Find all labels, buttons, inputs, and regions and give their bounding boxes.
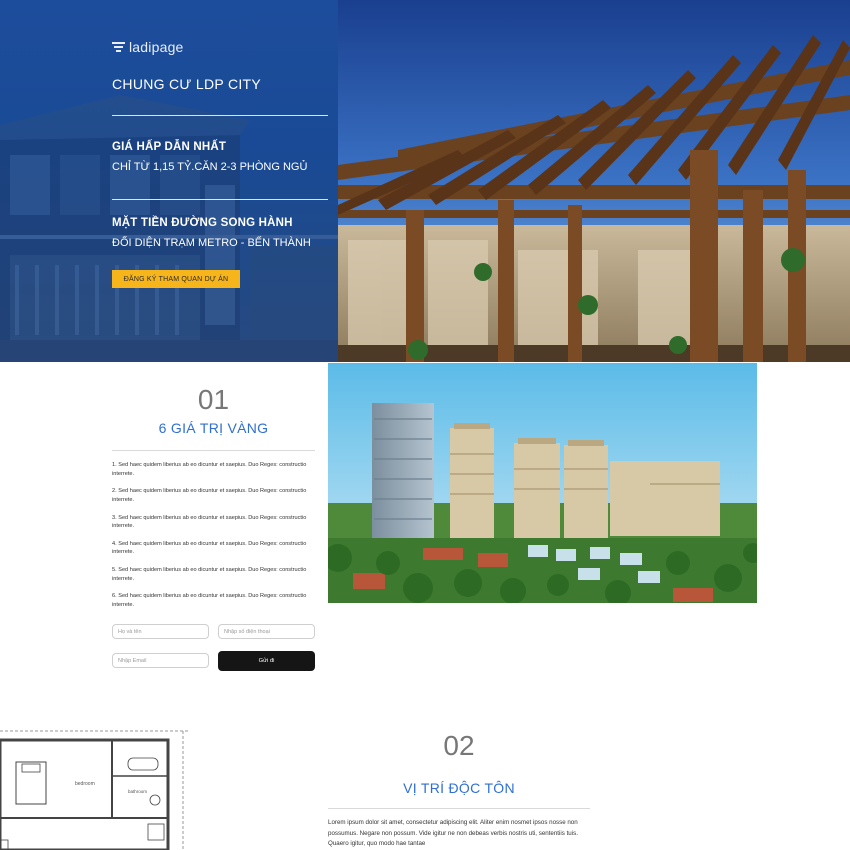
hero-divider (112, 115, 328, 116)
contact-form: Họ và tên Nhập số điện thoại Nhập Email … (112, 624, 315, 672)
list-item: 6. Sed haec quidem liberius ab eo dicunt… (112, 593, 307, 608)
floor-plan-drawing: bedroom bathroom (0, 728, 190, 850)
ladipage-logo-icon (112, 41, 125, 52)
location-description: Lorem ipsum dolor sit amet, consectetur … (328, 819, 578, 847)
city-towers-image (328, 363, 757, 603)
feature-location: MẶT TIỀN ĐƯỜNG SONG HÀNH ĐỐI DIỆN TRẠM M… (112, 217, 328, 249)
hero-info-panel: ladipage CHUNG CƯ LDP CITY GIÁ HẤP DẪN N… (0, 0, 338, 362)
list-item: 5. Sed haec quidem liberius ab eo dicunt… (112, 567, 307, 582)
feature-price-subtitle: CHỈ TỪ 1,15 TỶ.CĂN 2-3 PHÒNG NGỦ (112, 161, 308, 173)
pergola-photo (338, 0, 850, 362)
feature-location-subtitle: ĐỐI DIỆN TRẠM METRO - BẾN THÀNH (112, 237, 311, 249)
list-item: 1. Sed haec quidem liberius ab eo dicunt… (112, 462, 307, 477)
hero-divider (112, 199, 328, 200)
brand-logo[interactable]: ladipage (112, 38, 328, 56)
email-field[interactable]: Nhập Email (112, 653, 209, 668)
golden-values-section: 01 6 GIÁ TRỊ VÀNG 1. Sed haec quidem lib… (112, 384, 315, 619)
name-field[interactable]: Họ và tên (112, 624, 209, 639)
section-divider (112, 450, 315, 451)
register-visit-button[interactable]: ĐĂNG KÝ THAM QUAN DỰ ÁN (112, 270, 240, 288)
project-title: CHUNG CƯ LDP CITY (112, 76, 262, 92)
feature-price: GIÁ HẤP DẪN NHẤT CHỈ TỪ 1,15 TỶ.CĂN 2-3 … (112, 141, 328, 173)
section-heading: VỊ TRÍ ĐỘC TÔN (403, 780, 515, 796)
logo-text: ladipage (129, 39, 184, 55)
list-item: 4. Sed haec quidem liberius ab eo dicunt… (112, 540, 307, 556)
submit-button[interactable]: Gửi đi (218, 651, 315, 671)
bathroom-label: bathroom (128, 789, 147, 794)
phone-field[interactable]: Nhập số điện thoại (218, 624, 315, 639)
pergola-image (338, 0, 850, 362)
city-aerial-photo (328, 363, 757, 603)
feature-price-title: GIÁ HẤP DẪN NHẤT (112, 141, 227, 153)
location-section: 02 VỊ TRÍ ĐỘC TÔN Lorem ipsum dolor sit … (328, 730, 590, 850)
hero-section: ladipage CHUNG CƯ LDP CITY GIÁ HẤP DẪN N… (0, 0, 850, 362)
list-item: 2. Sed haec quidem liberius ab eo dicunt… (112, 488, 307, 503)
hero-content: ladipage CHUNG CƯ LDP CITY GIÁ HẤP DẪN N… (112, 38, 328, 288)
section-heading: 6 GIÁ TRỊ VÀNG (158, 420, 269, 436)
floor-plan-image: bedroom bathroom (0, 728, 190, 850)
values-list: 1. Sed haec quidem liberius ab eo dicunt… (112, 461, 315, 609)
section-number: 02 (443, 730, 475, 761)
bedroom-label: bedroom (75, 781, 95, 787)
list-item: 3. Sed haec quidem liberius ab eo dicunt… (112, 514, 307, 530)
section-number: 01 (197, 384, 230, 415)
feature-location-title: MẶT TIỀN ĐƯỜNG SONG HÀNH (112, 217, 293, 229)
section-divider (328, 808, 590, 809)
